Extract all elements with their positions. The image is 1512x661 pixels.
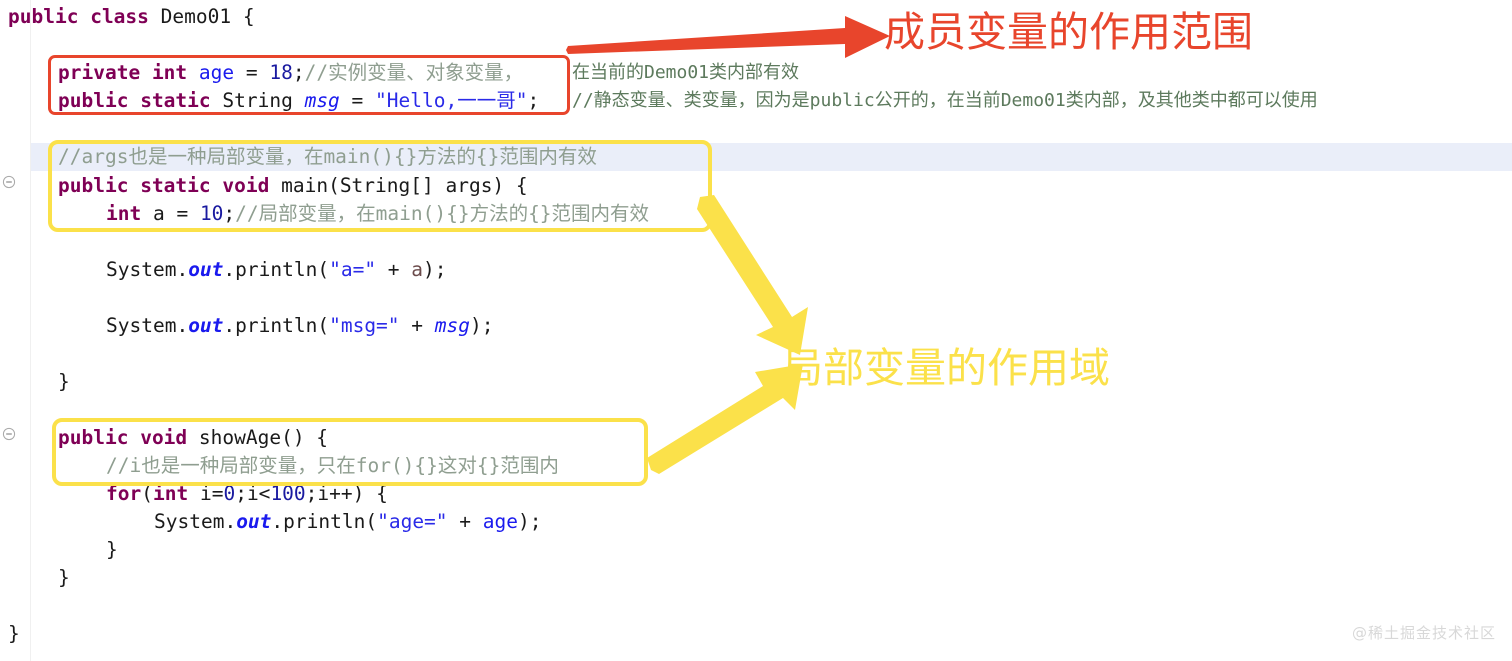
code-line-main-close-brace[interactable]: } [58, 368, 70, 396]
code-token-string: "msg=" [329, 314, 400, 337]
code-token-keyword: int [151, 61, 188, 84]
code-token-plain: ); [518, 510, 542, 533]
code-token-plain: } [8, 622, 20, 645]
code-token-comment: //args也是一种局部变量，在main(){}方法的{}范围内有效 [58, 145, 597, 168]
gutter-separator [30, 0, 31, 661]
code-token-plain: .println( [223, 258, 330, 281]
code-token-field: age [198, 61, 235, 84]
code-line-for-close-brace[interactable]: } [106, 536, 118, 564]
code-token-comment: //局部变量，在main(){}方法的{}范围内有效 [235, 202, 650, 225]
code-line-class-declaration[interactable]: public class Demo01 { [8, 3, 255, 31]
code-token-keyword: public [8, 5, 79, 28]
code-token-plain: .println( [223, 314, 330, 337]
code-token-keyword: void [222, 174, 270, 197]
code-line-print-age[interactable]: System.out.println("age=" + age); [154, 508, 542, 536]
code-token-keyword: public [58, 89, 129, 112]
member-scope-label: 成员变量的作用范围 [884, 8, 1253, 56]
code-token-plain: ; [527, 89, 540, 112]
code-token-number: 18 [269, 61, 293, 84]
code-token-plain: = [234, 61, 270, 84]
code-line-field-msg[interactable]: public static String msg = "Hello,一一哥"; [58, 87, 539, 115]
code-token-string: "age=" [377, 510, 448, 533]
code-line-showage-close-brace[interactable]: } [58, 564, 70, 592]
code-token-number: 10 [199, 202, 224, 225]
code-token-plain: } [58, 566, 70, 589]
code-token-string: "a=" [329, 258, 377, 281]
fold-collapse-icon[interactable] [2, 175, 16, 189]
code-token-plain: + [376, 258, 412, 281]
code-token-plain: } [58, 370, 70, 393]
code-line-class-close-brace[interactable]: } [8, 620, 20, 648]
code-token-plain: System. [106, 314, 189, 337]
code-token-keyword: class [90, 5, 149, 28]
code-token-plain: ); [423, 258, 447, 281]
fold-collapse-icon[interactable] [2, 427, 16, 441]
code-token-string: "Hello,一一哥" [375, 89, 528, 112]
code-line-main-declaration[interactable]: public static void main(String[] args) { [58, 172, 528, 200]
code-token-keyword: int [106, 202, 142, 225]
code-token-keyword: public [58, 174, 129, 197]
code-token-keyword: void [140, 426, 188, 449]
code-token-keyword: static [140, 89, 211, 112]
code-token-plain: ; [223, 202, 236, 225]
local-scope-arrow-upper [697, 195, 808, 355]
code-token-comment: //实例变量、对象变量， [304, 61, 524, 84]
code-token-field: age [482, 510, 519, 533]
local-scope-label: 局部变量的作用域 [782, 344, 1110, 392]
code-token-plain: } [106, 538, 118, 561]
code-token-plain: ); [470, 314, 494, 337]
code-line-local-variable-a[interactable]: int a = 10;//局部变量，在main(){}方法的{}范围内有效 [106, 200, 649, 228]
code-token-keyword: public [58, 426, 129, 449]
comment-tail-field-age: 在当前的Demo01类内部有效 [572, 62, 800, 83]
code-token-keyword: static [140, 174, 211, 197]
code-line-showage-declaration-overlay[interactable]: public void showAge() { [58, 424, 328, 452]
code-token-plain: + [447, 510, 483, 533]
code-token-plain: Demo01 { [148, 5, 255, 28]
code-token-plain: System. [106, 258, 189, 281]
code-token-plain: main(String[] args) { [269, 174, 528, 197]
code-token-plain: System. [154, 510, 237, 533]
code-line-print-msg[interactable]: System.out.println("msg=" + msg); [106, 312, 494, 340]
code-token-field-italic: msg [434, 314, 471, 337]
code-token-plain: + [399, 314, 435, 337]
code-editor-canvas[interactable]: public class Demo01 { private int age = … [0, 0, 1512, 661]
code-token-plain: ; [292, 61, 305, 84]
code-token-plain: .println( [271, 510, 378, 533]
code-line-print-a[interactable]: System.out.println("a=" + a); [106, 256, 447, 284]
code-line-field-age[interactable]: private int age = 18;//实例变量、对象变量， [58, 59, 523, 87]
code-token-plain: String [210, 89, 305, 112]
code-token-static-italic: out [236, 510, 272, 533]
code-token-local: a [411, 258, 424, 281]
code-line-comment-i-overlay[interactable]: //i也是一种局部变量，只在for(){}这对{}范围内 [106, 452, 559, 480]
code-token-keyword: private [58, 61, 141, 84]
code-line-comment-args[interactable]: //args也是一种局部变量，在main(){}方法的{}范围内有效 [58, 143, 597, 171]
code-token-plain: = [339, 89, 376, 112]
code-token-field-italic: msg [304, 89, 340, 112]
code-token-static-italic: out [188, 314, 224, 337]
code-token-plain: a = [141, 202, 200, 225]
comment-tail-field-msg: //静态变量、类变量，因为是public公开的，在当前Demo01类内部，及其他… [572, 90, 1318, 111]
code-token-plain: showAge() { [187, 426, 329, 449]
watermark: @稀土掘金技术社区 [1351, 624, 1496, 642]
code-token-static-italic: out [188, 258, 224, 281]
code-token-comment: //i也是一种局部变量，只在for(){}这对{}范围内 [106, 454, 559, 477]
